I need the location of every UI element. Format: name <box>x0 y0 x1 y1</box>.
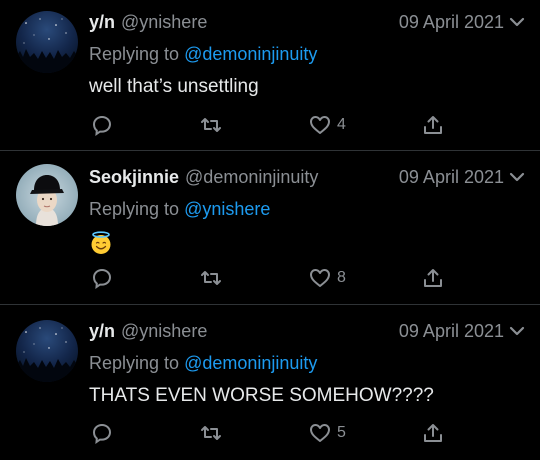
reply-icon <box>92 423 112 444</box>
tweet-header: Seokjinnie @demoninjinuity 09 April 2021 <box>89 165 526 189</box>
heart-icon <box>310 269 330 287</box>
retweet-icon <box>201 118 221 132</box>
replying-to: Replying to @demoninjinuity <box>89 42 526 66</box>
avatar[interactable] <box>16 11 78 73</box>
replying-to: Replying to @ynishere <box>89 197 526 221</box>
display-name[interactable]: y/n <box>89 321 115 341</box>
share-icon <box>424 116 442 134</box>
like-button[interactable]: 8 <box>309 266 346 290</box>
tweet-date: 09 April 2021 <box>398 167 504 187</box>
avatar[interactable] <box>16 164 78 226</box>
chevron-down-icon[interactable] <box>508 322 526 340</box>
tweet-header: y/n @ynishere 09 April 2021 <box>89 10 526 34</box>
mention-link[interactable]: @demoninjinuity <box>184 353 317 373</box>
tweet-text: THATS EVEN WORSE SOMEHOW???? <box>89 385 434 406</box>
share-icon <box>424 424 442 442</box>
night-sky-forest-icon <box>16 320 78 382</box>
display-name[interactable]: y/n <box>89 12 115 32</box>
tweet-date: 09 April 2021 <box>398 321 504 341</box>
user-handle[interactable]: @ynishere <box>121 321 207 341</box>
share-button[interactable] <box>422 421 444 445</box>
replying-prefix: Replying to <box>89 199 180 219</box>
heart-icon <box>310 116 330 134</box>
mention-link[interactable]: @demoninjinuity <box>184 44 317 64</box>
user-handle[interactable]: @demoninjinuity <box>185 167 318 187</box>
tweet[interactable]: Seokjinnie @demoninjinuity 09 April 2021 … <box>0 151 540 305</box>
retweet-button[interactable] <box>200 113 222 137</box>
reply-button[interactable] <box>91 113 113 137</box>
replying-prefix: Replying to <box>89 44 180 64</box>
tweet[interactable]: y/n @ynishere 09 April 2021 Replying to @… <box>0 305 540 460</box>
reply-button[interactable] <box>91 421 113 445</box>
avatar[interactable] <box>16 320 78 382</box>
share-icon <box>424 269 442 287</box>
like-button[interactable]: 4 <box>309 113 346 137</box>
share-button[interactable] <box>422 113 444 137</box>
reply-button[interactable] <box>91 266 113 290</box>
tweet-text <box>89 229 526 263</box>
share-button[interactable] <box>422 266 444 290</box>
retweet-icon <box>201 426 221 440</box>
like-count: 8 <box>337 269 346 286</box>
replying-to: Replying to @demoninjinuity <box>89 351 526 375</box>
like-count: 4 <box>337 116 346 133</box>
replying-prefix: Replying to <box>89 353 180 373</box>
like-button[interactable]: 5 <box>309 421 346 445</box>
tweet-actions: 8 <box>89 266 526 290</box>
like-count: 5 <box>337 424 346 441</box>
retweet-icon <box>201 271 221 285</box>
tweet-date: 09 April 2021 <box>398 12 504 32</box>
retweet-button[interactable] <box>200 266 222 290</box>
user-handle[interactable]: @ynishere <box>121 12 207 32</box>
reply-icon <box>92 115 112 136</box>
mention-link[interactable]: @ynishere <box>184 199 270 219</box>
tweet-actions: 5 <box>89 421 526 445</box>
retweet-button[interactable] <box>200 421 222 445</box>
tweet-text: well that’s unsettling <box>89 76 259 97</box>
chevron-down-icon[interactable] <box>508 168 526 186</box>
chevron-down-icon[interactable] <box>508 13 526 31</box>
tweet-header: y/n @ynishere 09 April 2021 <box>89 319 526 343</box>
night-sky-forest-icon <box>16 11 78 73</box>
display-name[interactable]: Seokjinnie <box>89 167 179 187</box>
person-black-cap-icon <box>16 164 78 226</box>
reply-icon <box>92 268 112 289</box>
tweet-actions: 4 <box>89 113 526 137</box>
tweet[interactable]: y/n @ynishere 09 April 2021 Replying to @… <box>0 0 540 151</box>
halo-smiling-face-icon <box>91 231 111 254</box>
heart-icon <box>310 424 330 442</box>
